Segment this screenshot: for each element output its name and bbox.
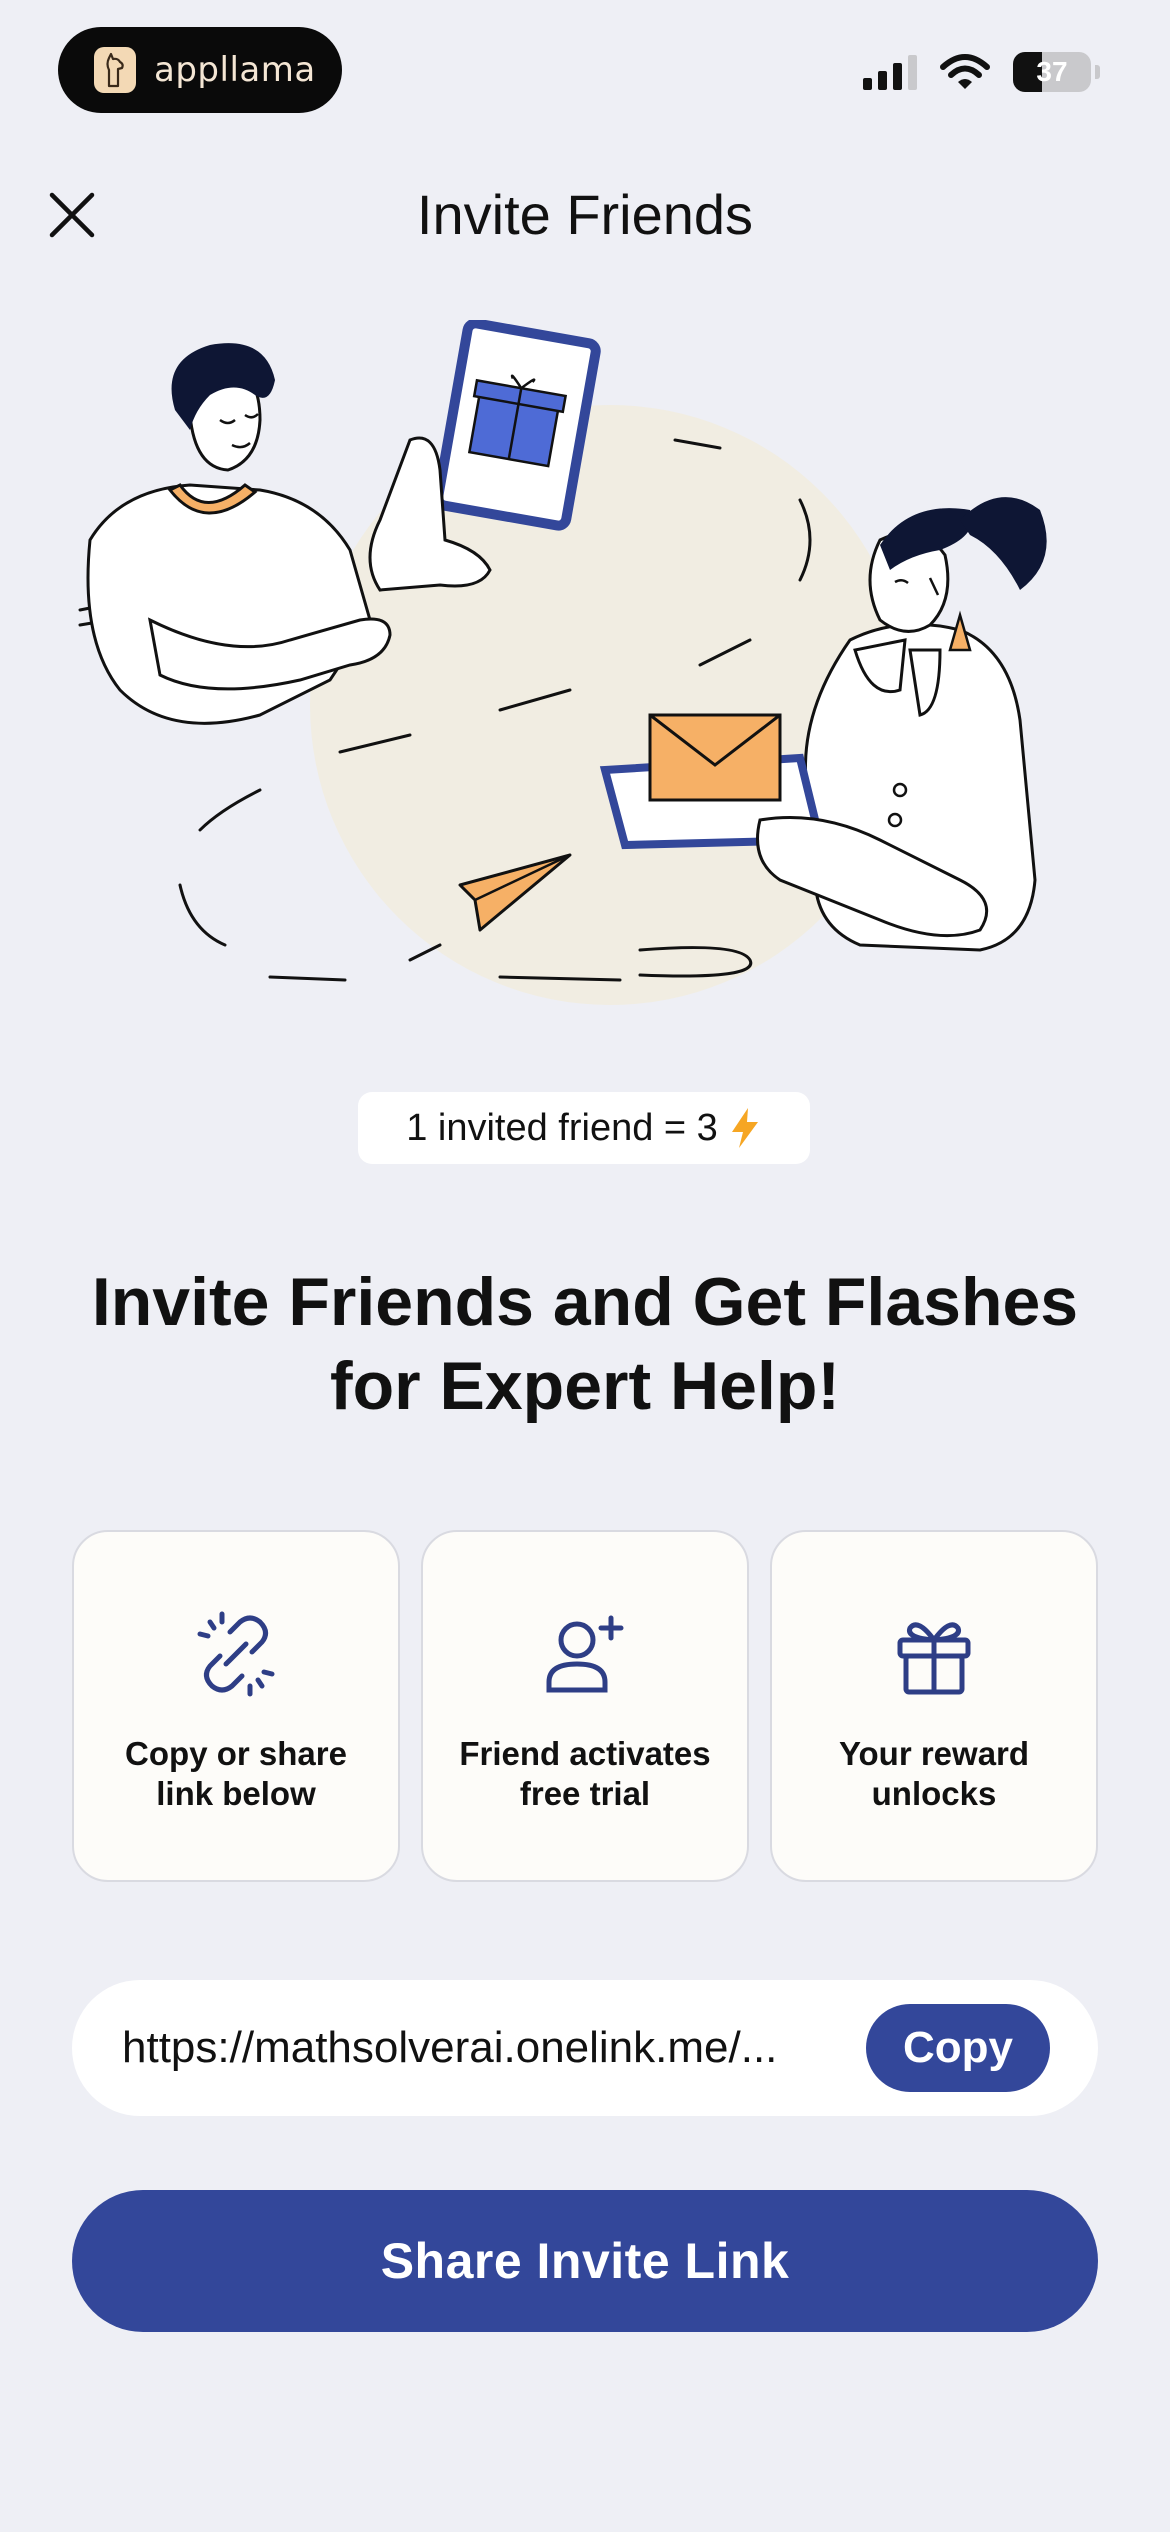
reward-badge: 1 invited friend = 3 [358,1092,810,1164]
header: Invite Friends [0,170,1170,260]
steps-row: Copy or share link below Friend activate… [72,1530,1098,1882]
gift-icon [897,1622,971,1695]
link-icon [197,1611,275,1697]
copy-button[interactable]: Copy [866,2004,1050,2092]
battery-icon: 37 [1013,52,1091,92]
invite-link-field[interactable]: https://mathsolverai.onelink.me/... Copy [72,1980,1098,2116]
step-card-copy-link: Copy or share link below [72,1530,400,1882]
step-card-reward-unlocks: Your reward unlocks [770,1530,1098,1882]
app-pill[interactable]: appllama [58,27,342,113]
lightning-icon [731,1108,758,1148]
reward-badge-text: 1 invited friend = 3 [406,1106,718,1149]
invite-link-url[interactable]: https://mathsolverai.onelink.me/... [122,1980,922,2116]
battery-tip [1095,65,1100,79]
share-invite-link-button[interactable]: Share Invite Link [72,2190,1098,2332]
headline: Invite Friends and Get Flashes for Exper… [91,1264,1079,1424]
step-label: Friend activates free trial [459,1735,711,1812]
status-bar: appllama 37 [0,0,1170,140]
step-label: Copy or share link below [125,1735,347,1812]
cellular-signal-icon [863,54,917,90]
invite-illustration [60,318,1110,1020]
wifi-icon [940,54,990,89]
page-title: Invite Friends [416,183,754,246]
add-user-icon [546,1615,624,1693]
llama-logo-icon [94,47,136,93]
step-label: Your reward unlocks [838,1735,1030,1812]
battery-percent: 37 [1036,56,1068,87]
brand-name: appllama [154,50,316,90]
step-card-friend-activates: Friend activates free trial [421,1530,749,1882]
